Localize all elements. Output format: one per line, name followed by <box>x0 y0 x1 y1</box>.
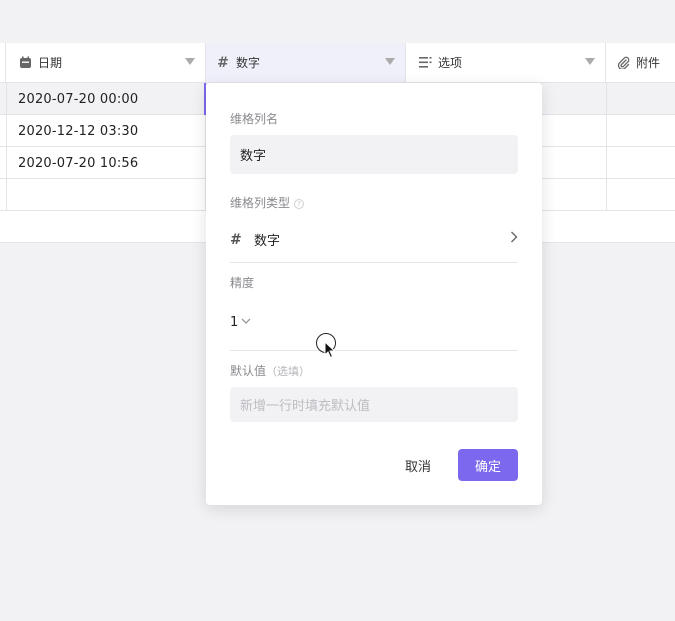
date-cell[interactable]: 2020-12-12 03:30 <box>6 115 206 147</box>
field-type-value: 数字 <box>254 234 281 249</box>
column-header-number[interactable]: # 数字 <box>206 43 406 83</box>
default-value-label: 默认值（选填） <box>230 362 310 379</box>
caret-down-icon[interactable] <box>385 58 395 65</box>
precision-select[interactable]: 1 <box>230 295 518 351</box>
attachment-cell[interactable] <box>606 115 675 147</box>
field-type-label-text: 维格列类型 <box>230 196 291 210</box>
caret-down-icon[interactable] <box>585 58 595 65</box>
cancel-button[interactable]: 取消 <box>396 449 440 481</box>
precision-label: 精度 <box>230 276 255 290</box>
field-settings-popup: 维格列名 数字 维格列类型? # 数字 精度 1 默认值（选填） 新增一行时填充… <box>206 83 542 505</box>
column-header-attachment[interactable]: 附件 <box>606 43 675 83</box>
attachment-cell[interactable] <box>606 83 675 115</box>
list-icon <box>418 56 432 70</box>
column-header-label: 数字 <box>236 56 261 70</box>
hash-icon: # <box>230 231 242 248</box>
column-header-options[interactable]: 选项 <box>406 43 606 83</box>
precision-value: 1 <box>230 315 239 330</box>
mouse-pointer-icon <box>324 341 336 359</box>
chevron-down-icon <box>241 317 251 328</box>
field-type-selector[interactable]: # 数字 <box>230 217 518 263</box>
help-icon[interactable]: ? <box>294 198 305 209</box>
confirm-button[interactable]: 确定 <box>458 449 518 481</box>
date-cell[interactable] <box>6 179 206 211</box>
column-header-date[interactable]: 日期 <box>0 42 206 83</box>
default-value-input[interactable]: 新增一行时填充默认值 <box>230 387 518 422</box>
chevron-right-icon <box>510 231 518 247</box>
column-header-label: 选项 <box>438 56 463 70</box>
caret-down-icon[interactable] <box>185 58 195 65</box>
field-name-input[interactable]: 数字 <box>230 135 518 174</box>
field-name-label: 维格列名 <box>230 112 279 126</box>
column-header-label: 日期 <box>38 56 63 70</box>
field-type-label: 维格列类型? <box>230 194 305 211</box>
date-cell[interactable]: 2020-07-20 10:56 <box>6 147 206 179</box>
default-value-label-text: 默认值 <box>230 364 267 378</box>
calendar-icon <box>18 56 32 70</box>
column-header-label: 附件 <box>636 56 661 70</box>
paperclip-icon <box>616 56 630 70</box>
attachment-cell[interactable] <box>606 179 675 211</box>
optional-hint: （选填） <box>266 365 311 378</box>
attachment-cell[interactable] <box>606 147 675 179</box>
date-cell[interactable]: 2020-07-20 00:00 <box>6 83 206 115</box>
hash-icon: # <box>217 54 229 71</box>
toolbar-area <box>0 0 675 43</box>
